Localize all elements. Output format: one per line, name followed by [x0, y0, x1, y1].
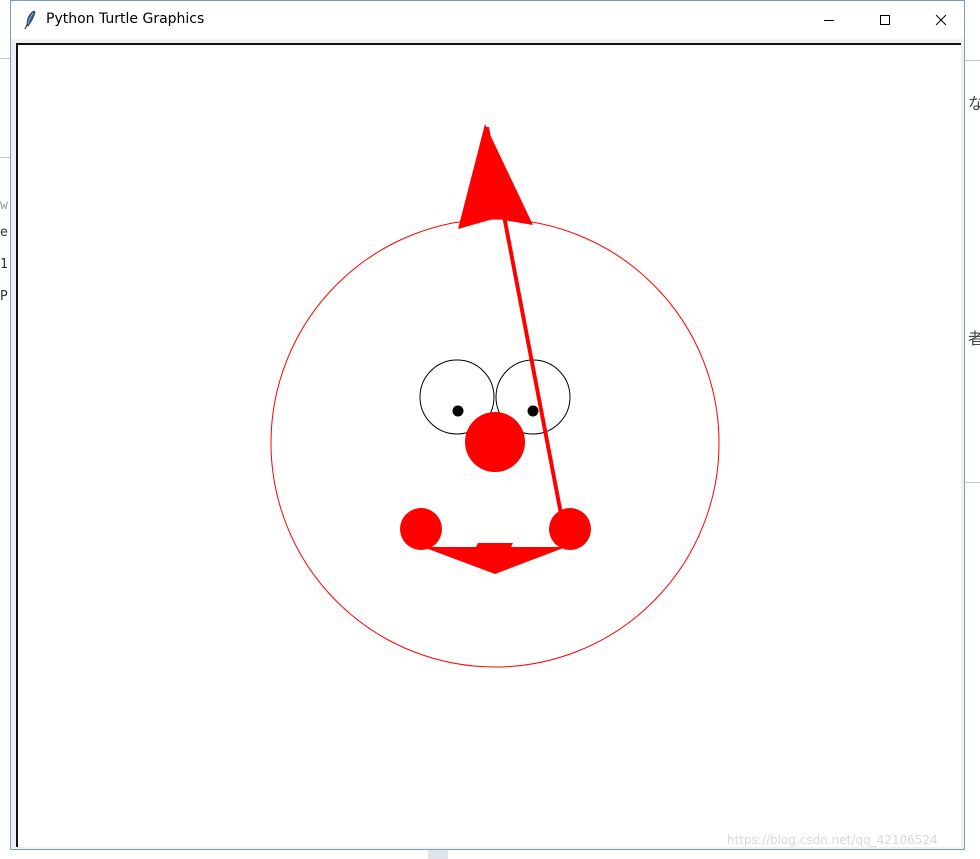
nose — [465, 412, 525, 472]
background-text: 者 — [968, 329, 980, 348]
background-divider — [965, 60, 980, 61]
desktop: w e 1 P な 者 Python Turtle Graphics https… — [0, 0, 980, 859]
background-window-right — [965, 40, 980, 859]
mouth — [423, 543, 566, 574]
left-pupil — [452, 405, 464, 417]
minimize-button[interactable] — [806, 1, 852, 39]
maximize-button[interactable] — [862, 1, 908, 39]
feather-icon — [23, 10, 39, 30]
background-text: e — [0, 225, 8, 240]
background-divider — [965, 482, 980, 483]
background-text: w — [0, 198, 8, 213]
close-icon — [935, 11, 947, 30]
maximize-icon — [879, 11, 891, 30]
watermark: https://blog.csdn.net/qq_42106524 — [727, 833, 938, 847]
turtle-window: Python Turtle Graphics — [10, 0, 965, 850]
window-title: Python Turtle Graphics — [46, 11, 205, 27]
minimize-icon — [823, 11, 835, 30]
close-button[interactable] — [918, 1, 964, 39]
turtle-canvas[interactable] — [16, 43, 961, 847]
right-cheek — [549, 508, 591, 550]
background-text: 1 — [0, 257, 8, 272]
background-tab — [428, 850, 448, 859]
drawing-surface — [270, 124, 720, 668]
background-text: P — [0, 289, 8, 304]
right-pupil — [527, 405, 539, 417]
title-bar[interactable]: Python Turtle Graphics — [11, 1, 964, 39]
background-text: な — [968, 94, 980, 113]
left-cheek — [400, 508, 442, 550]
